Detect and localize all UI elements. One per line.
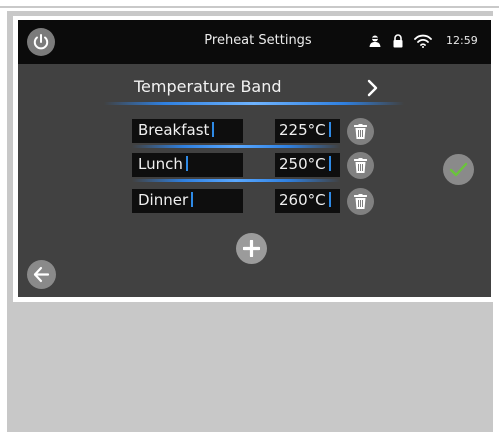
lock-icon bbox=[392, 33, 404, 52]
trash-icon bbox=[354, 124, 367, 139]
band-divider bbox=[104, 102, 404, 105]
trash-icon bbox=[354, 158, 367, 173]
plus-icon bbox=[243, 240, 260, 257]
touch-screen: Preheat Settings 12:59 Temperature Band … bbox=[18, 20, 491, 297]
add-preset-button[interactable] bbox=[236, 233, 267, 264]
page-title: Preheat Settings bbox=[204, 33, 312, 48]
wifi-icon bbox=[414, 33, 432, 52]
chevron-right-icon bbox=[360, 76, 384, 100]
text-cursor bbox=[185, 156, 188, 171]
preset-name-text: Breakfast bbox=[138, 121, 210, 139]
preset-temp-field[interactable]: 250°C bbox=[275, 153, 340, 177]
delete-preset-button[interactable] bbox=[347, 188, 374, 215]
preset-name-field[interactable]: Breakfast bbox=[132, 119, 243, 143]
text-cursor bbox=[328, 122, 331, 137]
temperature-band-label: Temperature Band bbox=[134, 77, 282, 96]
preset-temp-text: 225°C bbox=[279, 121, 326, 139]
power-icon bbox=[33, 34, 49, 50]
arrow-left-icon bbox=[33, 266, 50, 283]
confirm-button[interactable] bbox=[443, 154, 474, 185]
preset-name-text: Lunch bbox=[138, 155, 183, 173]
delete-preset-button[interactable] bbox=[347, 152, 374, 179]
preset-temp-text: 260°C bbox=[279, 191, 326, 209]
text-cursor bbox=[212, 122, 215, 137]
temperature-band-selector[interactable]: Temperature Band bbox=[128, 76, 398, 100]
preset-name-field[interactable]: Dinner bbox=[132, 189, 243, 213]
preset-temp-field[interactable]: 260°C bbox=[275, 189, 340, 213]
row-divider bbox=[132, 179, 340, 182]
preset-temp-field[interactable]: 225°C bbox=[275, 119, 340, 143]
power-button[interactable] bbox=[27, 28, 55, 56]
text-cursor bbox=[191, 192, 194, 207]
checkmark-icon bbox=[449, 162, 468, 177]
status-bar: Preheat Settings 12:59 bbox=[18, 20, 491, 64]
preset-name-field[interactable]: Lunch bbox=[132, 153, 243, 177]
row-divider bbox=[132, 145, 340, 148]
clock: 12:59 bbox=[446, 34, 478, 47]
preset-name-text: Dinner bbox=[138, 191, 189, 209]
top-divider bbox=[0, 6, 499, 8]
back-button[interactable] bbox=[27, 260, 56, 289]
trash-icon bbox=[354, 194, 367, 209]
user-icon bbox=[368, 33, 382, 52]
text-cursor bbox=[328, 192, 331, 207]
preset-temp-text: 250°C bbox=[279, 155, 326, 173]
delete-preset-button[interactable] bbox=[347, 118, 374, 145]
text-cursor bbox=[328, 156, 331, 171]
